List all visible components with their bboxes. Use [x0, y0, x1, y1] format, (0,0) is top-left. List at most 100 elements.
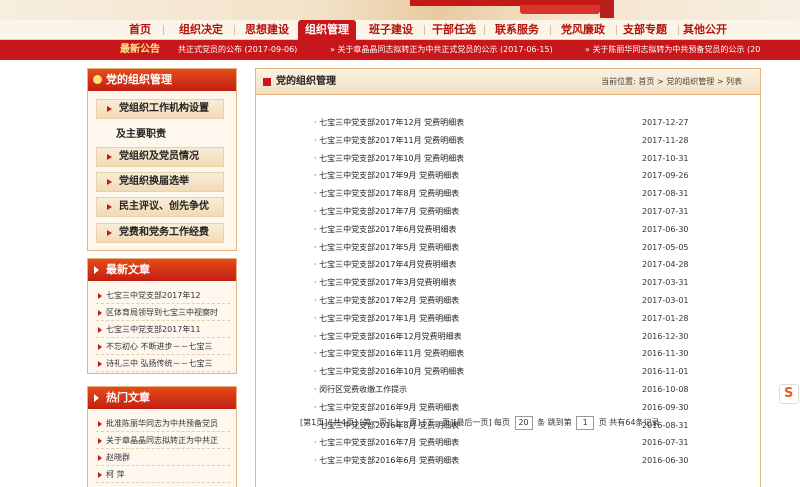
article-row[interactable]: · 七宝三中党支部2016年6月 党费明细表 2016-06-30	[314, 452, 754, 470]
article-title-link[interactable]: · 七宝三中党支部2017年2月 党费明细表	[314, 292, 459, 310]
nav-item-team[interactable]: 班子建设	[360, 20, 422, 40]
article-date: 2017-03-31	[642, 278, 689, 288]
article-row[interactable]: · 七宝三中党支部2017年11月 党费明细表 2017-11-28	[314, 132, 754, 150]
nav-item-org-management[interactable]: 组织管理	[298, 20, 356, 40]
article-row[interactable]: · 七宝三中党支部2017年9月 党费明细表 2017-09-26	[314, 167, 754, 185]
article-title-link[interactable]: · 七宝三中党支部2016年12月党费明细表	[314, 328, 462, 346]
article-title-link[interactable]: · 七宝三中党支部2017年4月党费明细表	[314, 256, 457, 274]
hot-article-link[interactable]: 批准陈丽华同志为中共预备党员	[96, 415, 230, 432]
article-row[interactable]: · 七宝三中党支部2016年10月 党费明细表 2016-11-01	[314, 363, 754, 381]
announcement-item[interactable]: » 关于陈丽华同志拟转为中共预备党员的公示 (20	[585, 40, 760, 60]
article-row[interactable]: · 七宝三中党支部2017年1月 党费明细表 2017-01-28	[314, 310, 754, 328]
article-title-link[interactable]: · 七宝三中党支部2017年1月 党费明细表	[314, 310, 459, 328]
article-date: 2017-10-31	[642, 153, 689, 163]
per-page-input[interactable]: 20	[514, 415, 533, 430]
nav-item-cadre[interactable]: 干部任选	[426, 20, 482, 40]
hot-article-link[interactable]: 柯 萍	[96, 466, 230, 483]
org-item-election[interactable]: 党组织换届选举	[96, 172, 224, 192]
latest-article-link[interactable]: 区体育局领导到七宝三中视察时	[96, 304, 230, 321]
pager-prev-button[interactable]: [上一页]	[390, 418, 420, 427]
latest-articles-title: 最新文章	[106, 263, 150, 276]
article-row[interactable]: · 七宝三中党支部2017年12月 党费明细表 2017-12-27	[314, 114, 754, 132]
article-title-link[interactable]: · 七宝三中党支部2016年11月 党费明细表	[314, 345, 464, 363]
nav-item-other[interactable]: 其他公开	[674, 20, 736, 40]
article-title-link[interactable]: · 七宝三中党支部2017年12月 党费明细表	[314, 114, 464, 132]
article-title-link[interactable]: · 七宝三中党支部2016年10月 党费明细表	[314, 363, 464, 381]
article-row[interactable]: · 七宝三中党支部2017年7月 党费明细表 2017-07-31	[314, 203, 754, 221]
article-date: 2016-06-30	[642, 456, 689, 466]
article-row[interactable]: · 七宝三中党支部2017年5月 党费明细表 2017-05-05	[314, 239, 754, 257]
total-records: 共有64条记录	[609, 418, 660, 427]
sogou-float-icon[interactable]: S	[779, 384, 799, 404]
org-management-header: 党的组织管理	[88, 69, 236, 91]
org-item-members[interactable]: 党组织及党员情况	[96, 147, 224, 167]
article-row[interactable]: · 七宝三中党支部2017年6月党费明细表 2017-06-30	[314, 221, 754, 239]
org-item-structure[interactable]: 党组织工作机构设置	[96, 99, 224, 119]
pager-last-button[interactable]: [最后一页]	[453, 418, 491, 427]
org-management-box: 党的组织管理 党组织工作机构设置 及主要职责 党组织及党员情况 党组织换届选举 …	[87, 68, 237, 251]
nav-item-decisions[interactable]: 组织决定	[170, 20, 232, 40]
page-title: 党的组织管理	[276, 76, 336, 87]
party-emblem-icon	[93, 75, 102, 84]
article-date: 2017-09-26	[642, 171, 689, 181]
article-title-link[interactable]: · 七宝三中党支部2017年10月 党费明细表	[314, 150, 464, 168]
nav-item-thought[interactable]: 思想建设	[236, 20, 298, 40]
article-row[interactable]: · 七宝三中党支部2016年12月党费明细表 2016-12-30	[314, 328, 754, 346]
nav-item-integrity[interactable]: 党风廉政	[552, 20, 614, 40]
announcement-item[interactable]: » 关于章晶晶同志拟转正为中共正式党员的公示 (2017-06-15)	[330, 40, 553, 60]
article-title-link[interactable]: · 七宝三中党支部2016年7月 党费明细表	[314, 434, 459, 452]
hot-article-link[interactable]: 关于章晶晶同志拟转正为中共正	[96, 432, 230, 449]
latest-article-link[interactable]: 不忘初心 不断进步－－七宝三	[96, 338, 230, 355]
nav-item-home[interactable]: 首页	[120, 20, 160, 40]
pager-next-button[interactable]: [下一页]	[423, 418, 453, 427]
article-title-link[interactable]: · 七宝三中党支部2017年11月 党费明细表	[314, 132, 464, 150]
pager-total-pages: /[共4页]	[327, 418, 358, 427]
article-row[interactable]: · 七宝三中党支部2016年7月 党费明细表 2016-07-31	[314, 434, 754, 452]
org-item-fees[interactable]: 党费和党务工作经费	[96, 223, 224, 243]
per-page-label: 每页	[494, 418, 511, 427]
arrow-icon	[107, 154, 112, 160]
article-row[interactable]: · 七宝三中党支部2016年11月 党费明细表 2016-11-30	[314, 345, 754, 363]
article-title-link[interactable]: · 七宝三中党支部2017年5月 党费明细表	[314, 239, 459, 257]
article-title-link[interactable]: · 七宝三中党支部2017年6月党费明细表	[314, 221, 457, 239]
section-icon	[263, 78, 271, 86]
per-page-unit: 条	[537, 418, 546, 427]
article-date: 2017-01-28	[642, 313, 689, 323]
article-date: 2017-07-31	[642, 207, 689, 216]
jump-unit: 页	[598, 418, 607, 427]
article-title-link[interactable]: · 七宝三中党支部2017年8月 党费明细表	[314, 185, 459, 203]
arrow-icon	[107, 204, 112, 210]
org-item-structure-sub[interactable]: 及主要职责	[116, 125, 166, 140]
article-title-link[interactable]: · 七宝三中党支部2017年9月 党费明细表	[314, 167, 459, 185]
announcement-bar: 最新公告 共正式党员的公布 (2017-09-06) » 关于章晶晶同志拟转正为…	[0, 40, 800, 60]
nav-item-branch[interactable]: 支部专题	[614, 20, 676, 40]
jump-page-input[interactable]: 1	[576, 415, 595, 430]
article-row[interactable]: · 闵行区党费收缴工作提示 2016-10-08	[314, 381, 754, 399]
nav-item-service[interactable]: 联系服务	[486, 20, 548, 40]
latest-article-link[interactable]: 七宝三中党支部2017年11	[96, 321, 230, 338]
main-header: 党的组织管理 当前位置: 首页 > 党的组织管理 > 列表	[256, 69, 760, 95]
hot-article-link[interactable]: 赵晓群	[96, 449, 230, 466]
org-management-title: 党的组织管理	[106, 73, 172, 86]
pager-current[interactable]: [第1页]	[300, 418, 327, 427]
arrow-icon	[94, 266, 99, 274]
banner-decoration	[520, 5, 600, 14]
main-content: 党的组织管理 当前位置: 首页 > 党的组织管理 > 列表 · 七宝三中党支部2…	[255, 68, 761, 487]
article-row[interactable]: · 七宝三中党支部2017年8月 党费明细表 2017-08-31	[314, 185, 754, 203]
article-title-link[interactable]: · 七宝三中党支部2016年6月 党费明细表	[314, 452, 459, 470]
latest-article-link[interactable]: 诗礼三中 弘扬传统－－七宝三	[96, 355, 230, 372]
article-date: 2017-12-27	[642, 118, 689, 127]
org-item-evaluation[interactable]: 民主评议、创先争优	[96, 197, 224, 217]
latest-article-link[interactable]: 七宝三中党支部2017年12	[96, 287, 230, 304]
article-row[interactable]: · 七宝三中党支部2017年2月 党费明细表 2017-03-01	[314, 292, 754, 310]
article-row[interactable]: · 七宝三中党支部2017年10月 党费明细表 2017-10-31	[314, 150, 754, 168]
article-row[interactable]: · 七宝三中党支部2017年3月党费明细表 2017-03-31	[314, 274, 754, 292]
pager-first-button[interactable]: [第一页]	[360, 418, 390, 427]
announcement-item[interactable]: 共正式党员的公布 (2017-09-06)	[178, 40, 297, 60]
article-title-link[interactable]: · 七宝三中党支部2017年3月党费明细表	[314, 274, 457, 292]
latest-articles-box: 最新文章 七宝三中党支部2017年12 区体育局领导到七宝三中视察时 七宝三中党…	[87, 258, 237, 374]
article-title-link[interactable]: · 七宝三中党支部2017年7月 党费明细表	[314, 203, 459, 221]
article-row[interactable]: · 七宝三中党支部2017年4月党费明细表 2017-04-28	[314, 256, 754, 274]
article-title-link[interactable]: · 闵行区党费收缴工作提示	[314, 381, 407, 399]
article-date: 2016-12-30	[642, 331, 689, 341]
